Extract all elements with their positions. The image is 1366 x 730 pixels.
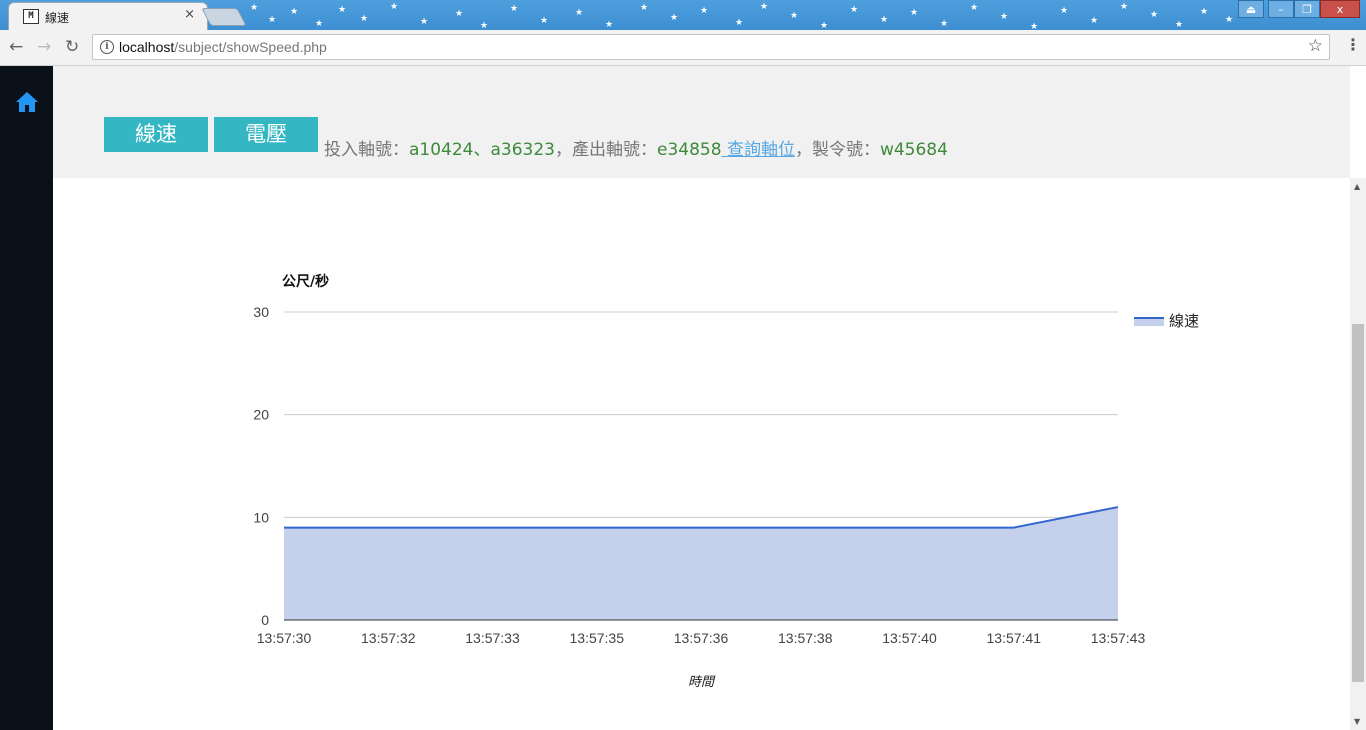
input-shaft-label: 投入軸號： xyxy=(324,140,409,160)
scroll-down-icon[interactable]: ▼ xyxy=(1354,717,1360,726)
minimize-button[interactable]: – xyxy=(1268,0,1294,18)
chart-container: 0 10 20 30 13:57:30 13:57:32 13:57:33 13:57:35 1… xyxy=(53,178,1350,730)
star-decoration: ★ xyxy=(455,9,464,19)
browser-toolbar: ← → ↻ i localhost/subject/showSpeed.php … xyxy=(0,30,1366,66)
star-decoration: ★ xyxy=(940,19,949,29)
star-decoration: ★ xyxy=(910,8,919,18)
star-decoration: ★ xyxy=(338,5,347,15)
url-path: /subject/showSpeed.php xyxy=(174,39,327,55)
shaft-info: 投入軸號：a10424、a36323，產出軸號：e34858 查詢軸位，製令號：… xyxy=(324,135,948,160)
legend-label: 線速 xyxy=(1169,312,1199,330)
star-decoration: ★ xyxy=(268,15,277,25)
star-decoration: ★ xyxy=(760,2,769,12)
series-area xyxy=(284,507,1118,620)
tab-close-icon[interactable]: × xyxy=(184,7,195,22)
x-tick-label: 13:57:33 xyxy=(465,630,520,646)
star-decoration: ★ xyxy=(820,21,829,31)
restore-button[interactable]: ❐ xyxy=(1294,0,1320,18)
star-decoration: ★ xyxy=(540,16,549,26)
browser-menu-icon[interactable]: ⋮ xyxy=(1345,35,1361,54)
x-axis-title: 時間 xyxy=(688,675,716,690)
star-decoration: ★ xyxy=(480,21,489,31)
window-titlebar: ★ ★ ★ ★ ★ ★ ★ ★ ★ ★ ★ ★ ★ ★ ★ ★ ★ ★ ★ ★ ★ ★ ★ ★ ★ ★ ★ ★ ★ ★ ★ ★ ★ ★ ★ M 線速… xyxy=(0,0,1366,30)
url-text[interactable]: localhost/subject/showSpeed.php xyxy=(119,39,327,55)
y-tick-label: 10 xyxy=(253,509,269,525)
x-tick-label: 13:57:41 xyxy=(987,630,1042,646)
address-bar[interactable]: i localhost/subject/showSpeed.php ☆ xyxy=(92,34,1330,60)
y-axis-title: 公尺/秒 xyxy=(282,273,329,290)
star-decoration: ★ xyxy=(290,7,299,17)
input-shaft-value: a10424、a36323 xyxy=(409,140,555,160)
star-decoration: ★ xyxy=(420,17,429,27)
site-info-icon[interactable]: i xyxy=(100,40,114,54)
legend-swatch xyxy=(1134,318,1164,326)
star-decoration: ★ xyxy=(1200,7,1209,17)
scrollbar[interactable]: ▲ ▼ xyxy=(1350,178,1366,730)
url-host: localhost xyxy=(119,39,175,55)
y-tick-label: 20 xyxy=(253,407,269,423)
lookup-shaft-link[interactable]: 查詢軸位 xyxy=(722,140,795,160)
y-tick-label: 30 xyxy=(253,304,269,320)
star-decoration: ★ xyxy=(850,5,859,15)
forward-icon[interactable]: → xyxy=(37,37,51,57)
x-tick-label: 13:57:35 xyxy=(570,630,625,646)
x-tick-label: 13:57:40 xyxy=(882,630,937,646)
separator: ， xyxy=(555,140,572,160)
bookmark-star-icon[interactable]: ☆ xyxy=(1308,36,1323,56)
star-decoration: ★ xyxy=(1090,16,1099,26)
line-speed-chart: 0 10 20 30 13:57:30 13:57:32 13:57:33 13:57:35 1… xyxy=(253,273,1199,690)
star-decoration: ★ xyxy=(1030,22,1039,31)
star-decoration: ★ xyxy=(605,20,614,30)
page-header: 線速 電壓 投入軸號：a10424、a36323，產出軸號：e34858 查詢軸… xyxy=(53,66,1350,178)
star-decoration: ★ xyxy=(1000,12,1009,22)
home-icon[interactable] xyxy=(15,91,39,113)
new-tab-button[interactable] xyxy=(201,8,247,26)
star-decoration: ★ xyxy=(1225,15,1234,25)
star-decoration: ★ xyxy=(250,3,259,13)
back-icon[interactable]: ← xyxy=(9,37,23,57)
star-decoration: ★ xyxy=(1120,2,1129,12)
output-shaft-label: 產出軸號： xyxy=(572,140,657,160)
star-decoration: ★ xyxy=(735,18,744,28)
scroll-up-icon[interactable]: ▲ xyxy=(1354,182,1360,191)
star-decoration: ★ xyxy=(640,3,649,13)
star-decoration: ★ xyxy=(315,19,324,29)
output-shaft-value: e34858 xyxy=(657,140,722,160)
star-decoration: ★ xyxy=(790,11,799,21)
sidebar xyxy=(0,66,53,730)
tab-favicon-icon: M xyxy=(23,9,39,24)
close-window-button[interactable]: x xyxy=(1320,0,1360,18)
order-value: w45684 xyxy=(879,140,948,160)
star-decoration: ★ xyxy=(390,2,399,12)
separator: ， xyxy=(794,140,812,160)
star-decoration: ★ xyxy=(1175,20,1184,30)
star-decoration: ★ xyxy=(670,13,679,23)
star-decoration: ★ xyxy=(1150,10,1159,20)
x-tick-label: 13:57:38 xyxy=(778,630,833,646)
x-tick-label: 13:57:36 xyxy=(674,630,729,646)
y-tick-label: 0 xyxy=(261,612,269,628)
profile-icon[interactable]: ⏏ xyxy=(1238,0,1264,18)
reload-icon[interactable]: ↻ xyxy=(65,37,79,57)
line-speed-button[interactable]: 線速 xyxy=(104,117,208,152)
scrollbar-thumb[interactable] xyxy=(1352,324,1364,682)
star-decoration: ★ xyxy=(510,4,519,14)
x-tick-label: 13:57:43 xyxy=(1091,630,1146,646)
x-tick-label: 13:57:32 xyxy=(361,630,416,646)
browser-tab[interactable]: M 線速 × xyxy=(8,2,208,30)
order-label: 製令號： xyxy=(811,140,880,160)
star-decoration: ★ xyxy=(970,3,979,13)
tab-title: 線速 xyxy=(45,11,70,25)
star-decoration: ★ xyxy=(1060,6,1069,16)
star-decoration: ★ xyxy=(575,8,584,18)
star-decoration: ★ xyxy=(360,14,369,24)
voltage-button[interactable]: 電壓 xyxy=(214,117,318,152)
star-decoration: ★ xyxy=(880,15,889,25)
x-tick-label: 13:57:30 xyxy=(257,630,312,646)
star-decoration: ★ xyxy=(700,6,709,16)
